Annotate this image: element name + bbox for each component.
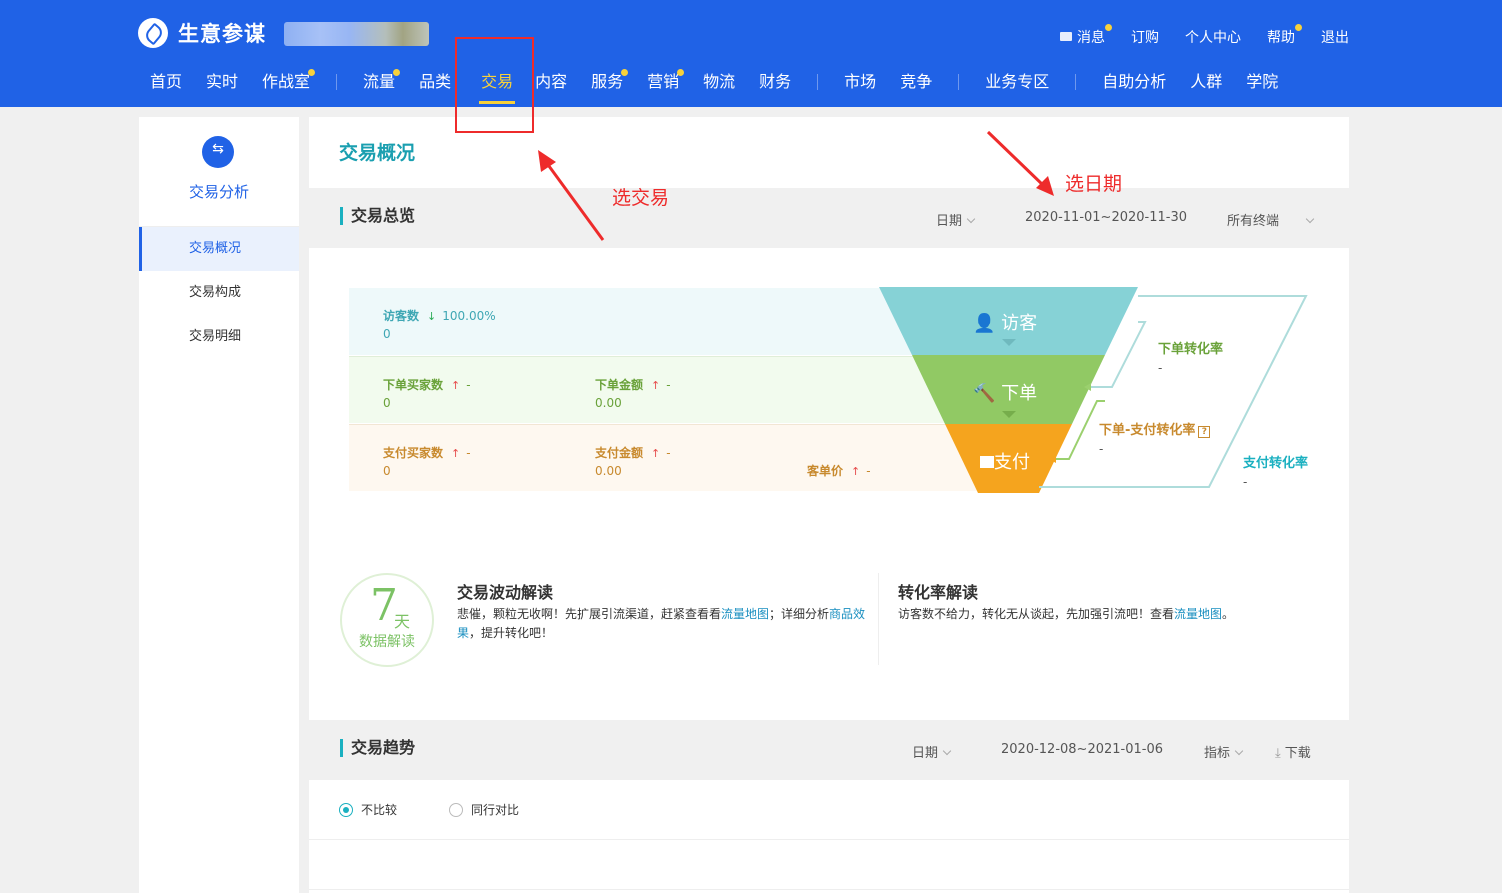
- annotation-select-trade: 选交易: [612, 187, 670, 209]
- annotation-arrows: [538, 130, 1054, 241]
- annotation-arrow-trade: [544, 161, 605, 241]
- arrowhead: [538, 150, 556, 172]
- annotation-select-date: 选日期: [1065, 173, 1123, 195]
- annotation-arrow-date: [986, 130, 1047, 189]
